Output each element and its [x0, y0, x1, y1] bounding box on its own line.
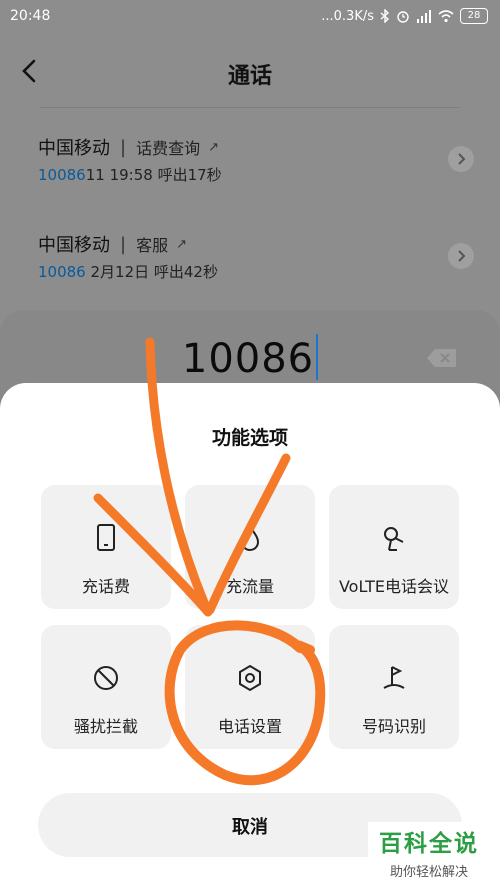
phone-settings-option[interactable]: 电话设置 [185, 625, 315, 749]
status-bar: 20:48 ...0.3K/s 28 [0, 0, 500, 34]
call-number: 10086 [38, 263, 86, 281]
call-detail-button[interactable] [448, 243, 474, 269]
recharge-fee-option[interactable]: 充话费 [41, 485, 171, 609]
number-identification-option[interactable]: 号码识别 [329, 625, 459, 749]
nav-bar: 通话 [0, 34, 500, 108]
carrier-name: 中国移动 [38, 138, 110, 159]
option-label: VoLTE电话会议 [338, 577, 450, 596]
call-detail-button[interactable] [448, 146, 474, 172]
dial-number-display[interactable]: 10086 [0, 334, 500, 382]
dial-number: 10086 [181, 336, 315, 382]
status-time: 20:48 [10, 8, 51, 24]
separator: | [120, 136, 127, 158]
gear-icon [239, 664, 261, 692]
backspace-icon [427, 349, 456, 367]
watermark-brand: 百科全说 [368, 822, 490, 860]
call-detail: 10086 2月12日 呼出42秒 [38, 261, 218, 282]
call-title: 中国移动 | 客服 ↗ [38, 231, 187, 257]
call-title: 中国移动 | 话费查询 ↗ [38, 134, 219, 160]
option-label: 骚扰拦截 [73, 717, 138, 736]
separator: | [120, 233, 127, 255]
bluetooth-icon [380, 9, 390, 23]
watermark: 百科全说 助你轻松解决 [368, 822, 490, 883]
carrier-name: 中国移动 [38, 235, 110, 256]
call-time: 2月12日 呼出42秒 [85, 263, 218, 281]
alarm-icon [396, 9, 410, 23]
function-options-sheet: 功能选项 充话费 充流量 VoLTE电话会议 骚扰拦截 电话设置 号码识别 取消 [0, 383, 500, 889]
call-tag: 话费查询 [136, 139, 201, 158]
option-label: 电话设置 [217, 717, 282, 736]
call-detail: 1008611 19:58 呼出17秒 [38, 164, 222, 185]
droplet-icon [240, 523, 260, 551]
backspace-button[interactable] [426, 348, 458, 368]
option-label: 充话费 [81, 577, 130, 596]
external-link-icon: ↗ [208, 139, 219, 155]
wifi-icon [438, 9, 454, 23]
call-time: 11 19:58 呼出17秒 [85, 166, 222, 184]
recharge-data-option[interactable]: 充流量 [185, 485, 315, 609]
volte-conference-option[interactable]: VoLTE电话会议 [329, 485, 459, 609]
page-title: 通话 [227, 64, 272, 89]
status-icons: ...0.3K/s 28 [321, 8, 488, 24]
flag-icon [383, 666, 405, 689]
call-log-item[interactable]: 中国移动 | 话费查询 ↗ 1008611 19:58 呼出17秒 [0, 134, 500, 234]
phone-icon [97, 524, 115, 551]
net-speed: ...0.3K/s [321, 8, 374, 24]
block-icon [94, 666, 118, 690]
watermark-slogan: 助你轻松解决 [368, 860, 490, 883]
sheet-title: 功能选项 [211, 427, 288, 449]
divider [40, 107, 460, 108]
harassment-block-option[interactable]: 骚扰拦截 [41, 625, 171, 749]
signal-icon [416, 9, 432, 23]
option-label: 号码识别 [361, 717, 426, 736]
call-tag: 客服 [136, 236, 169, 255]
chevron-right-icon [458, 250, 466, 262]
external-link-icon: ↗ [176, 236, 187, 252]
option-label: 充流量 [225, 577, 274, 596]
satellite-dish-icon [384, 527, 404, 551]
text-cursor [316, 334, 319, 380]
call-number: 10086 [38, 166, 86, 184]
chevron-right-icon [458, 153, 466, 165]
battery-icon: 28 [460, 8, 488, 24]
